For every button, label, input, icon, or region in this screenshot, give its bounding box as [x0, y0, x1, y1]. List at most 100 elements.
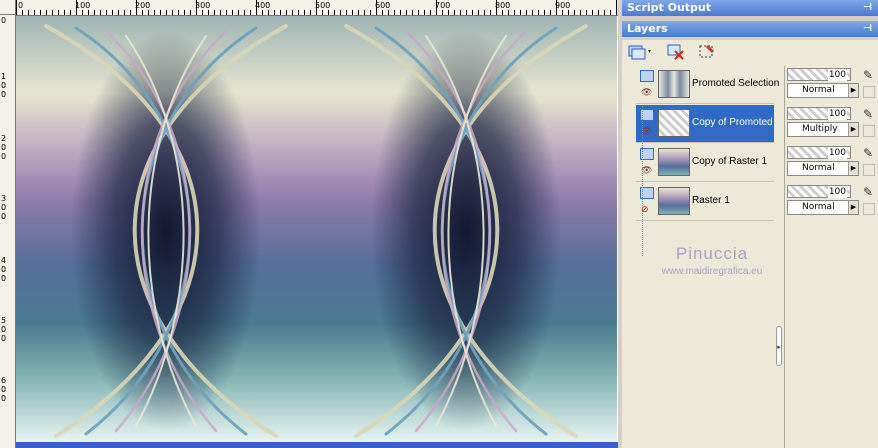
- vertical-ruler: 0 1 0 0 2 0 0 3 0 0 4 0 0 5 0 0 6 0 0: [0, 15, 16, 448]
- ruler-label: 0: [1, 265, 7, 274]
- blend-mode-value: Normal: [802, 85, 835, 95]
- ruler-label: 0: [1, 152, 7, 161]
- layers-title: Layers: [627, 22, 668, 35]
- ruler-label: 100: [75, 1, 91, 10]
- lock-icon[interactable]: [863, 86, 875, 98]
- lock-icon[interactable]: [863, 125, 875, 137]
- layer-props-row: 100 ✎ Normal ▶: [787, 144, 878, 182]
- layer-row[interactable]: ⊘ Raster 1: [636, 183, 774, 221]
- layer-thumbnail: [658, 70, 690, 98]
- ruler-label: 0: [1, 334, 7, 343]
- ruler-label: 500: [315, 1, 331, 10]
- ruler-label: 700: [435, 1, 451, 10]
- layer-row[interactable]: 👁 Copy of Raster 1: [636, 144, 774, 182]
- blend-mode-select[interactable]: Normal ▶: [787, 161, 859, 176]
- layer-name: Raster 1: [692, 195, 730, 206]
- ruler-label: 200: [135, 1, 151, 10]
- edit-selection-icon[interactable]: [698, 43, 718, 61]
- blend-mode-select[interactable]: Multiply ▶: [787, 122, 859, 137]
- opacity-value: 100: [827, 69, 847, 81]
- horizontal-scrollbar[interactable]: [16, 442, 618, 448]
- ruler-label: 0: [1, 203, 7, 212]
- ruler-label: 1: [1, 72, 7, 81]
- opacity-slider[interactable]: 100: [787, 146, 851, 159]
- ruler-label: 600: [375, 1, 391, 10]
- ruler-label: 3: [1, 194, 7, 203]
- horizontal-ruler: 0 100 200 300 400 500 600 700 800 900: [16, 0, 618, 16]
- layer-row[interactable]: 👁 Copy of Promoted: [636, 105, 774, 143]
- layer-row[interactable]: 👁 Promoted Selection: [636, 66, 779, 104]
- collapse-handle[interactable]: ▸: [776, 326, 782, 366]
- ruler-label: 0: [1, 81, 7, 90]
- dropdown-arrow-icon[interactable]: ▶: [848, 84, 858, 97]
- layers-palette: 👁 Promoted Selection 👁 Copy of Promoted …: [622, 40, 878, 448]
- ruler-label: 2: [1, 134, 7, 143]
- ruler-label: 5: [1, 316, 7, 325]
- ruler-label: 0: [1, 394, 7, 403]
- pin-icon[interactable]: ⊣: [863, 0, 872, 16]
- dropdown-arrow-icon[interactable]: ▶: [848, 123, 858, 136]
- opacity-value: 100: [827, 186, 847, 198]
- pin-icon[interactable]: ⊣: [863, 21, 872, 37]
- script-output-titlebar[interactable]: Script Output ⊣: [622, 0, 878, 16]
- dropdown-arrow-icon[interactable]: ▶: [848, 162, 858, 175]
- layer-type-icon: [640, 70, 654, 82]
- blend-mode-value: Normal: [802, 163, 835, 173]
- canvas-area[interactable]: 0 100 200 300 400 500 600 700 800 900 0 …: [0, 0, 618, 448]
- ruler-label: 0: [1, 90, 7, 99]
- brush-icon[interactable]: ✎: [859, 107, 877, 122]
- visibility-eye-icon[interactable]: 👁: [641, 88, 652, 98]
- ruler-label: 0: [18, 1, 24, 10]
- layer-name: Copy of Promoted: [692, 117, 773, 128]
- layer-props-row: 100 ✎ Multiply ▶: [787, 105, 878, 143]
- layer-name: Copy of Raster 1: [692, 156, 768, 167]
- ruler-label: 800: [495, 1, 511, 10]
- ruler-label: 900: [555, 1, 571, 10]
- ruler-label: 300: [195, 1, 211, 10]
- ruler-label: 400: [255, 1, 271, 10]
- ruler-corner: [0, 0, 16, 15]
- blend-mode-value: Multiply: [802, 124, 838, 134]
- layer-thumbnail: [658, 187, 690, 215]
- blend-mode-select[interactable]: Normal ▶: [787, 83, 859, 98]
- delete-layer-icon[interactable]: [666, 43, 686, 61]
- layer-props-row: 100 ✎ Normal ▶: [787, 183, 878, 221]
- ruler-label: 0: [1, 16, 7, 25]
- ruler-label: 0: [1, 274, 7, 283]
- lock-icon[interactable]: [863, 164, 875, 176]
- ruler-label: 6: [1, 376, 7, 385]
- opacity-value: 100: [827, 108, 847, 120]
- opacity-slider[interactable]: 100: [787, 185, 851, 198]
- opacity-value: 100: [827, 147, 847, 159]
- watermark: Pinuccia www.maidiregrafica.eu: [642, 244, 782, 277]
- lock-icon[interactable]: [863, 203, 875, 215]
- palette-panel: Script Output ⊣ Layers ⊣ 👁 Promoted Sele…: [622, 0, 878, 448]
- opacity-slider[interactable]: 100: [787, 107, 851, 120]
- brush-icon[interactable]: ✎: [859, 68, 877, 83]
- ruler-label: 0: [1, 212, 7, 221]
- blend-mode-value: Normal: [802, 202, 835, 212]
- layer-props-row: 100 ✎ Normal ▶: [787, 66, 878, 104]
- blend-mode-select[interactable]: Normal ▶: [787, 200, 859, 215]
- ruler-label: 0: [1, 325, 7, 334]
- layer-thumbnail: [658, 109, 690, 137]
- opacity-slider[interactable]: 100: [787, 68, 851, 81]
- ruler-label: 4: [1, 256, 7, 265]
- layer-thumbnail: [658, 148, 690, 176]
- new-layer-icon[interactable]: [628, 43, 654, 61]
- layer-name: Promoted Selection: [692, 78, 780, 89]
- layers-titlebar[interactable]: Layers ⊣: [622, 21, 878, 37]
- watermark-name: Pinuccia: [675, 244, 749, 263]
- ruler-label: 0: [1, 143, 7, 152]
- layer-properties: 100 ✎ Normal ▶ 100 ✎ Multiply ▶ 100 ✎ Norm…: [784, 66, 878, 448]
- brush-icon[interactable]: ✎: [859, 185, 877, 200]
- layer-list: 👁 Promoted Selection 👁 Copy of Promoted …: [636, 66, 779, 256]
- watermark-url: www.maidiregrafica.eu: [661, 266, 763, 277]
- layers-toolbar: [622, 40, 878, 64]
- artwork-image: [16, 16, 617, 442]
- tree-line: [642, 106, 644, 256]
- ruler-label: 0: [1, 385, 7, 394]
- script-output-title: Script Output: [627, 1, 712, 14]
- dropdown-arrow-icon[interactable]: ▶: [848, 201, 858, 214]
- brush-icon[interactable]: ✎: [859, 146, 877, 161]
